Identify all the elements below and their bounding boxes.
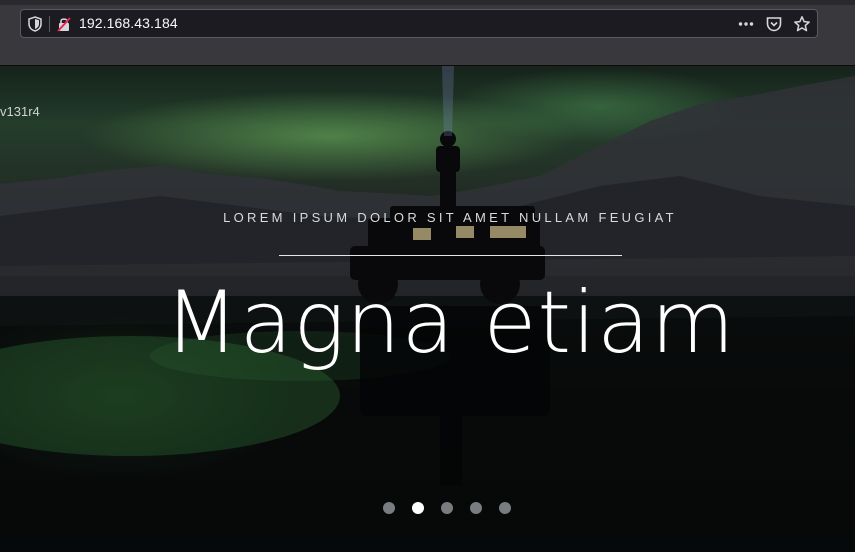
url-text[interactable]: 192.168.43.184 xyxy=(79,15,178,31)
hero-tagline: LOREM IPSUM DOLOR SIT AMET NULLAM FEUGIA… xyxy=(223,210,677,225)
slide-dot-2[interactable] xyxy=(412,502,424,514)
slide-dot-3[interactable] xyxy=(441,502,453,514)
tab-strip xyxy=(0,0,855,5)
hero-headline: Magna etiam xyxy=(164,273,736,373)
slide-dot-5[interactable] xyxy=(499,502,511,514)
address-bar[interactable]: 192.168.43.184 xyxy=(20,9,818,38)
hero-banner: v131r4 LOREM IPSUM DOLOR SIT AMET NULLAM… xyxy=(0,66,855,552)
more-actions-icon[interactable] xyxy=(737,15,755,33)
hero-divider xyxy=(279,255,622,256)
slide-dot-1[interactable] xyxy=(383,502,395,514)
site-logo[interactable]: v131r4 xyxy=(0,104,40,119)
shield-icon[interactable] xyxy=(28,16,42,32)
insecure-lock-icon[interactable] xyxy=(56,16,72,32)
slide-dot-4[interactable] xyxy=(470,502,482,514)
bookmark-star-icon[interactable] xyxy=(793,15,811,33)
pocket-icon[interactable] xyxy=(765,15,783,33)
page-actions xyxy=(737,15,811,33)
address-bar-separator xyxy=(49,16,50,32)
browser-toolbar: 192.168.43.184 xyxy=(0,0,855,66)
slide-indicators xyxy=(383,502,511,514)
